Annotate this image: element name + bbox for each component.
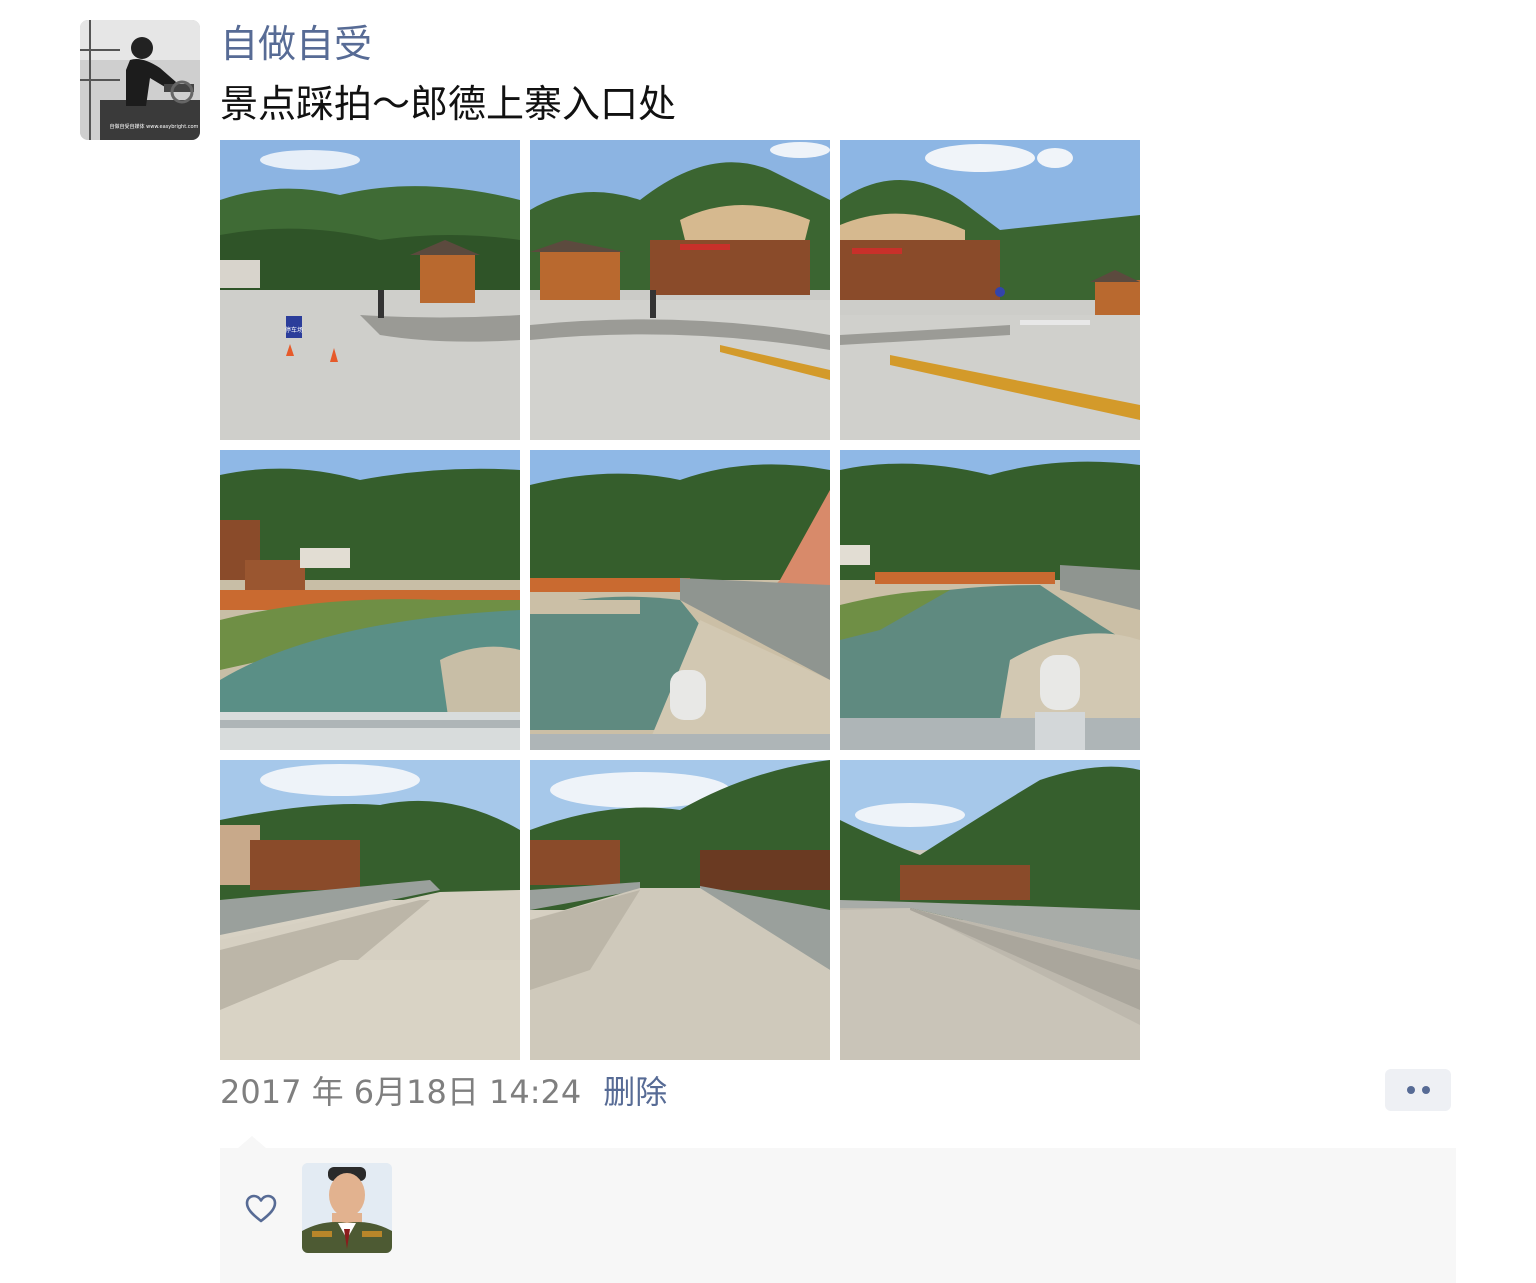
photo-1-sign: 停车场 <box>285 326 303 334</box>
heart-icon <box>245 1194 277 1223</box>
more-dot-icon <box>1406 1086 1415 1094</box>
photo-8[interactable] <box>530 760 830 1060</box>
photo-1[interactable]: 停车场 <box>220 140 520 440</box>
likes-panel <box>220 1148 1456 1283</box>
author-avatar-image: 自做自受自媒体 www.easybright.com <box>80 20 200 140</box>
photo-2[interactable] <box>530 140 830 440</box>
photo-5[interactable] <box>530 450 830 750</box>
delete-button[interactable]: 删除 <box>603 1067 667 1113</box>
more-options-button[interactable] <box>1385 1069 1451 1111</box>
moments-post: 自做自受自媒体 www.easybright.com 自做自受 景点踩拍～郎德上… <box>0 0 1536 1283</box>
liker-avatar-image <box>302 1163 392 1253</box>
photo-4[interactable] <box>220 450 520 750</box>
photo-9[interactable] <box>840 760 1140 1060</box>
photo-3[interactable] <box>840 140 1140 440</box>
post-text: 景点踩拍～郎德上寨入口处 <box>220 82 677 126</box>
author-name[interactable]: 自做自受 <box>220 18 372 70</box>
liker-avatar[interactable] <box>302 1163 392 1253</box>
photo-6[interactable] <box>840 450 1140 750</box>
photo-7[interactable] <box>220 760 520 1060</box>
more-dot-icon <box>1421 1086 1430 1094</box>
avatar-watermark: 自做自受自媒体 www.easybright.com <box>110 123 199 130</box>
post-meta: 2017 年 6月18日 14:24 删除 <box>220 1068 667 1112</box>
photo-grid: 停车场 <box>220 140 1140 1060</box>
author-avatar[interactable]: 自做自受自媒体 www.easybright.com <box>80 20 200 140</box>
post-timestamp: 2017 年 6月18日 14:24 <box>220 1073 582 1111</box>
likes-panel-arrow <box>238 1136 266 1148</box>
